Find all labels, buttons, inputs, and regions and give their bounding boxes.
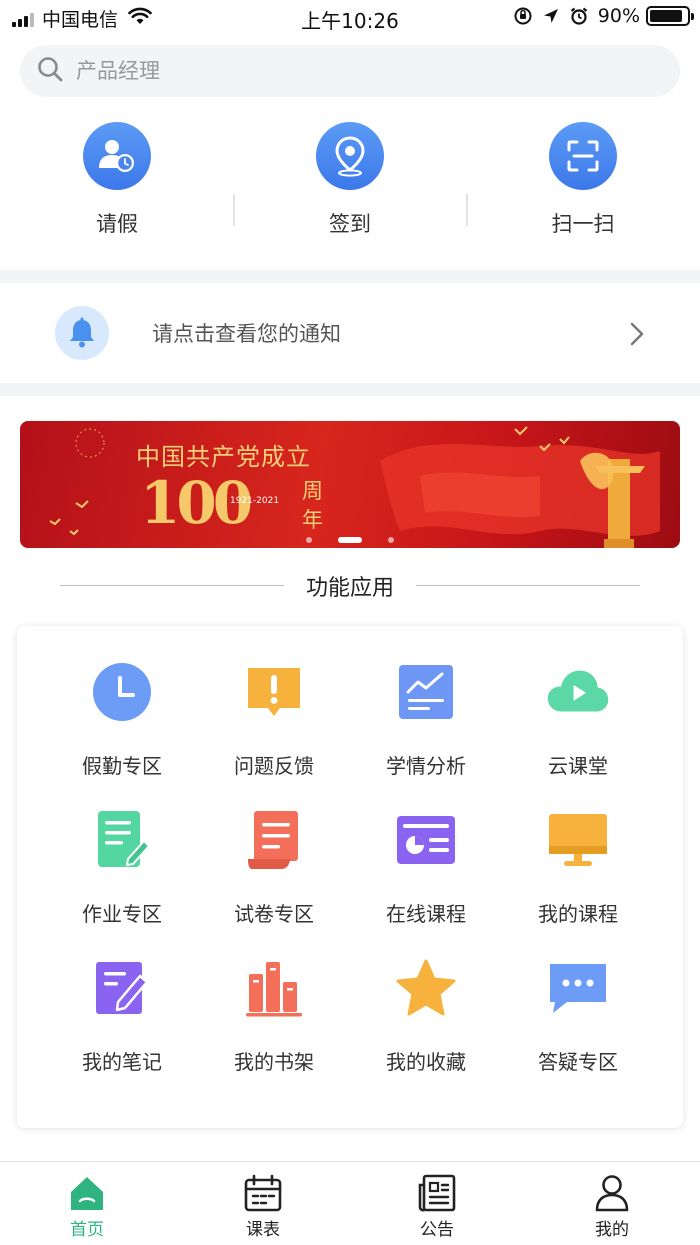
chat-icon xyxy=(546,956,610,1020)
notification-row[interactable]: 请点击查看您的通知 xyxy=(0,283,700,383)
search-input[interactable] xyxy=(76,59,636,83)
home-screen: 中国电信 上午10:26 90% 产品经理 请假 签到 扫一扫 请点击查看您的通… xyxy=(0,0,700,1245)
tab-home[interactable]: 首页 xyxy=(27,1172,147,1240)
app-my-courses[interactable]: 我的课程 xyxy=(502,808,654,927)
tab-label: 公告 xyxy=(420,1220,454,1240)
banner-years: 1921-2021 xyxy=(230,496,280,506)
leave-label: 请假 xyxy=(96,212,138,236)
tab-label: 我的 xyxy=(595,1220,629,1240)
check-in-button[interactable]: 签到 xyxy=(270,122,430,238)
app-label: 我的课程 xyxy=(538,902,618,926)
app-label: 试卷专区 xyxy=(234,902,314,926)
banner-suffix: 周年 xyxy=(302,479,323,532)
battery-icon xyxy=(646,6,694,26)
divider xyxy=(416,585,640,586)
app-my-notes[interactable]: 我的笔记 xyxy=(46,956,198,1075)
tab-me[interactable]: 我的 xyxy=(552,1172,672,1240)
app-label: 云课堂 xyxy=(548,754,608,778)
tab-label: 课表 xyxy=(246,1220,280,1240)
app-favorites[interactable]: 我的收藏 xyxy=(350,956,502,1075)
section-header: 功能应用 xyxy=(0,570,700,602)
tab-label: 首页 xyxy=(70,1220,104,1240)
banner-title: 中国共产党成立 xyxy=(136,443,311,471)
carousel-dot[interactable] xyxy=(388,537,394,543)
app-online-course[interactable]: 在线课程 xyxy=(350,808,502,927)
clock-icon xyxy=(90,660,154,724)
chart-icon xyxy=(394,660,458,724)
location-pin-icon xyxy=(316,122,384,190)
app-label: 我的笔记 xyxy=(82,1050,162,1074)
search-icon xyxy=(36,55,64,87)
app-label: 在线课程 xyxy=(386,902,466,926)
tab-announcements[interactable]: 公告 xyxy=(377,1172,497,1240)
cloud-play-icon xyxy=(546,660,610,724)
bottom-tab-bar: 首页 课表 公告 我的 xyxy=(0,1161,700,1245)
app-label: 我的书架 xyxy=(234,1050,314,1074)
app-grid: 假勤专区 问题反馈 学情分析 云课堂 作业专区 试卷专区 在线课程 我的课程 我… xyxy=(17,626,683,1128)
alarm-icon xyxy=(569,6,589,26)
user-icon xyxy=(552,1172,672,1214)
star-icon xyxy=(394,956,458,1020)
divider xyxy=(466,194,468,226)
anniversary-banner[interactable]: 中国共产党成立 100 1921-2021 周年 xyxy=(20,421,680,548)
note-icon xyxy=(90,956,154,1020)
section-gap xyxy=(0,383,700,396)
app-bookshelf[interactable]: 我的书架 xyxy=(198,956,350,1075)
bell-icon xyxy=(55,306,109,360)
monitor-icon xyxy=(546,808,610,872)
search-bar[interactable] xyxy=(20,45,680,97)
tab-schedule[interactable]: 课表 xyxy=(203,1172,323,1240)
calendar-icon xyxy=(203,1172,323,1214)
home-icon xyxy=(27,1172,147,1214)
app-label: 作业专区 xyxy=(82,902,162,926)
app-homework[interactable]: 作业专区 xyxy=(46,808,198,927)
status-right: 90% xyxy=(513,5,694,27)
carousel-dots[interactable] xyxy=(20,528,680,547)
scan-button[interactable]: 扫一扫 xyxy=(503,122,663,238)
divider xyxy=(233,194,235,226)
app-qa[interactable]: 答疑专区 xyxy=(502,956,654,1075)
app-label: 问题反馈 xyxy=(234,754,314,778)
quick-actions: 请假 签到 扫一扫 xyxy=(0,122,700,252)
exam-scroll-icon xyxy=(242,808,306,872)
app-label: 假勤专区 xyxy=(82,754,162,778)
notification-text: 请点击查看您的通知 xyxy=(152,322,341,346)
news-icon xyxy=(377,1172,497,1214)
app-exam-paper[interactable]: 试卷专区 xyxy=(198,808,350,927)
scan-icon xyxy=(549,122,617,190)
app-attendance[interactable]: 假勤专区 xyxy=(46,660,198,779)
homework-icon xyxy=(90,808,154,872)
leave-button[interactable]: 请假 xyxy=(37,122,197,238)
battery-percent: 90% xyxy=(597,5,640,27)
status-bar: 中国电信 上午10:26 90% xyxy=(0,0,700,36)
app-label: 答疑专区 xyxy=(538,1050,618,1074)
online-course-icon xyxy=(394,808,458,872)
app-label: 我的收藏 xyxy=(386,1050,466,1074)
chevron-right-icon xyxy=(629,321,645,351)
app-feedback[interactable]: 问题反馈 xyxy=(198,660,350,779)
orientation-lock-icon xyxy=(513,6,533,26)
app-label: 学情分析 xyxy=(386,754,466,778)
carousel-dot[interactable] xyxy=(306,537,312,543)
user-clock-icon xyxy=(83,122,151,190)
check-in-label: 签到 xyxy=(329,212,371,236)
bookshelf-icon xyxy=(242,956,306,1020)
feedback-icon xyxy=(242,660,306,724)
location-arrow-icon xyxy=(542,7,560,25)
carousel-dot[interactable] xyxy=(338,537,362,543)
section-gap xyxy=(0,270,700,283)
section-title: 功能应用 xyxy=(305,576,394,601)
app-learning-analysis[interactable]: 学情分析 xyxy=(350,660,502,779)
app-cloud-class[interactable]: 云课堂 xyxy=(502,660,654,779)
scan-label: 扫一扫 xyxy=(551,212,615,236)
